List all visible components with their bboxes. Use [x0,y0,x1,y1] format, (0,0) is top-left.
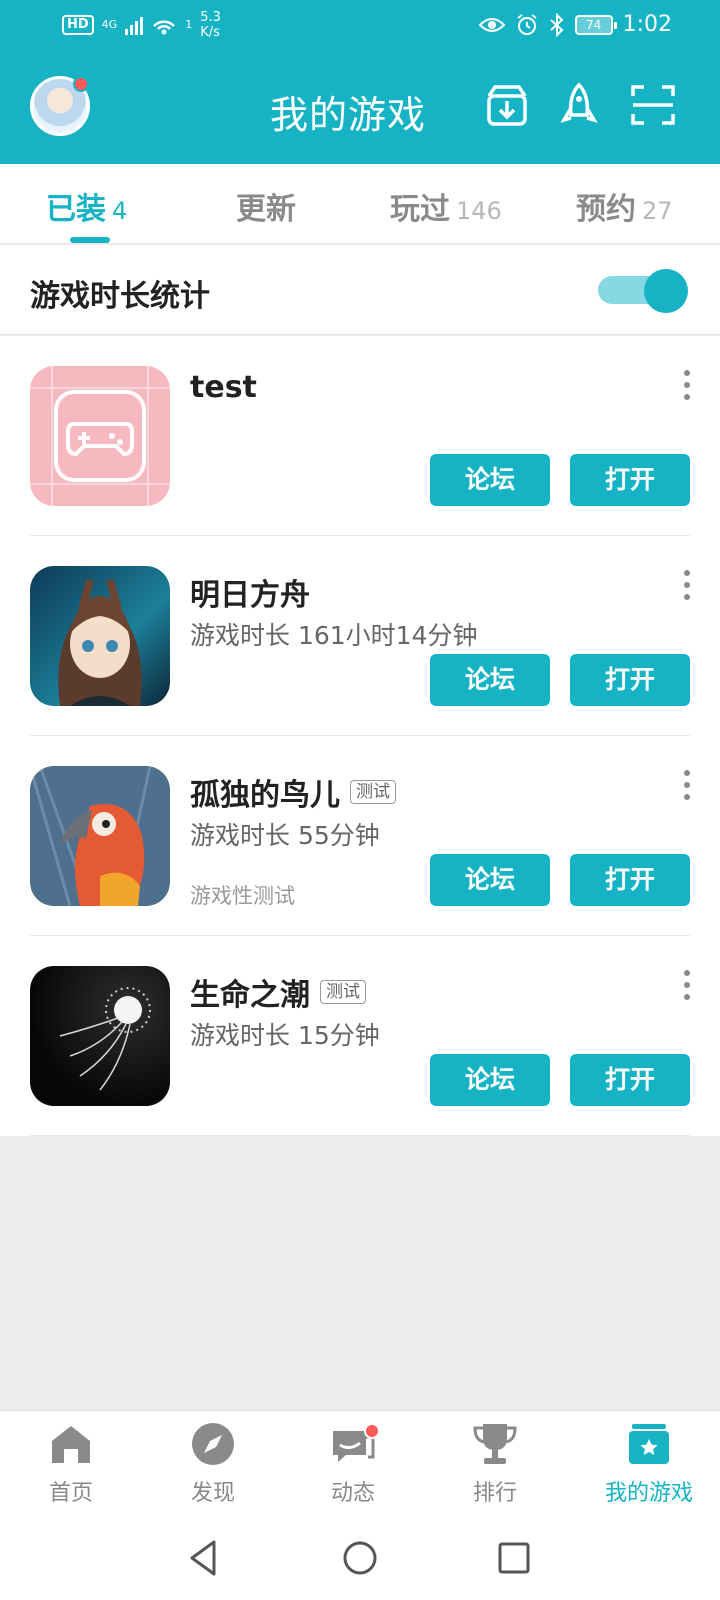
tab-label: 预约 [576,192,636,227]
tab-label: 玩过 [390,192,450,227]
app-header: HD 4G 1 5.3 K/s 74 1:02 我的游戏 [0,0,720,164]
gamepad-placeholder-icon[interactable] [30,366,170,506]
my-games-icon [629,1424,669,1464]
game-title: 生命之潮 [190,978,310,1013]
tab-bar: 已装 4 更新 玩过 146 预约 27 [0,164,720,244]
game-playtime: 游戏时长 15分钟 [190,1021,380,1050]
wifi-index: 1 [185,18,193,31]
divider [30,1135,690,1136]
network-speed-value: 5.3 [200,10,221,25]
status-bar-right: 74 1:02 [478,12,672,37]
tab-reserved[interactable]: 预约 27 [576,184,673,228]
tab-installed[interactable]: 已装 4 [46,184,127,228]
nav-label: 首页 [48,1481,93,1506]
battery-icon: 74 [574,14,617,35]
game-title: 明日方舟 [190,578,310,613]
nav-notification-dot [364,1423,380,1439]
eye-icon [478,17,505,32]
signal-icon [125,15,144,35]
arknights-icon[interactable] [30,566,170,706]
hd-indicator: HD [62,15,94,35]
scan-icon[interactable] [630,82,676,128]
test-badge: 测试 [350,780,396,804]
nav-label: 动态 [330,1481,375,1506]
tab-played[interactable]: 玩过 146 [390,184,502,228]
home-icon [52,1426,90,1463]
network-type: 4G [101,18,118,31]
game-item[interactable]: test 论坛 打开 [0,336,720,536]
status-bar-left: HD 4G 1 5.3 K/s [62,10,221,40]
network-speed-unit: K/s [200,25,220,40]
open-button[interactable]: 打开 [570,654,690,706]
nav-label: 我的游戏 [604,1481,693,1506]
open-button[interactable]: 打开 [570,454,690,506]
tab-count: 146 [456,197,502,225]
nav-discover[interactable]: 发现 [148,1421,278,1511]
bottom-navigation: 首页 发现 动态 排行 我的游戏 [0,1410,720,1516]
game-playtime: 游戏时长 161小时14分钟 [190,621,478,650]
network-speed: 5.3 K/s [200,10,221,40]
jellyfish-icon[interactable] [30,966,170,1106]
nav-home[interactable]: 首页 [6,1421,136,1511]
open-button[interactable]: 打开 [570,1054,690,1106]
page-title: 我的游戏 [270,93,427,137]
forum-button[interactable]: 论坛 [430,1054,550,1106]
more-options-icon[interactable] [680,770,694,800]
tab-count: 27 [642,197,673,225]
test-badge: 测试 [320,980,366,1004]
alarm-icon [516,13,537,35]
compass-icon [192,1423,234,1465]
status-time: 1:02 [622,12,672,37]
tab-count: 4 [112,197,128,225]
nav-feed[interactable]: 动态 [288,1421,418,1511]
more-options-icon[interactable] [680,370,694,400]
forum-button[interactable]: 论坛 [430,854,550,906]
status-bar: HD 4G 1 5.3 K/s 74 1:02 [0,0,720,56]
open-button[interactable]: 打开 [570,854,690,906]
game-list: test 论坛 打开 明日方舟 游戏时长 161小时14分钟 论坛 打开 孤独的… [0,336,720,1136]
game-name: test [190,370,257,405]
game-title: 孤独的鸟儿 [190,778,340,813]
nav-label: 排行 [472,1481,517,1506]
tab-label: 更新 [236,192,296,227]
forum-button[interactable]: 论坛 [430,454,550,506]
download-icon[interactable] [484,82,530,128]
forum-button[interactable]: 论坛 [430,654,550,706]
battery-level: 74 [585,17,602,32]
game-title: test [190,370,257,405]
game-name: 生命之潮 测试 [190,970,366,1014]
tab-updates[interactable]: 更新 [236,184,296,228]
more-options-icon[interactable] [680,570,694,600]
game-item[interactable]: 生命之潮 测试 游戏时长 15分钟 论坛 打开 [0,936,720,1136]
game-item[interactable]: 明日方舟 游戏时长 161小时14分钟 论坛 打开 [0,536,720,736]
parrot-icon[interactable] [30,766,170,906]
game-subtitle: 游戏性测试 [190,884,295,908]
playtime-stats-row: 游戏时长统计 [0,245,720,335]
recents-icon[interactable] [492,1536,536,1580]
game-name: 明日方舟 [190,570,310,614]
home-circle-icon[interactable] [338,1536,382,1580]
playtime-stats-label: 游戏时长统计 [30,279,210,314]
game-playtime: 游戏时长 55分钟 [190,821,380,850]
system-navigation-bar [0,1516,720,1600]
back-icon[interactable] [182,1536,226,1580]
toggle-knob [644,269,688,313]
avatar-notification-dot [73,76,89,92]
bluetooth-icon [549,12,564,37]
game-item[interactable]: 孤独的鸟儿 测试 游戏时长 55分钟 游戏性测试 论坛 打开 [0,736,720,936]
more-options-icon[interactable] [680,970,694,1000]
tab-active-indicator [70,237,110,243]
nav-label: 发现 [190,1481,235,1506]
nav-ranking[interactable]: 排行 [430,1421,560,1511]
game-name: 孤独的鸟儿 测试 [190,770,396,814]
trophy-icon [473,1424,517,1464]
tab-label: 已装 [46,192,106,227]
nav-my-games[interactable]: 我的游戏 [584,1421,714,1511]
wifi-icon [153,20,176,35]
rocket-icon[interactable] [556,82,602,128]
